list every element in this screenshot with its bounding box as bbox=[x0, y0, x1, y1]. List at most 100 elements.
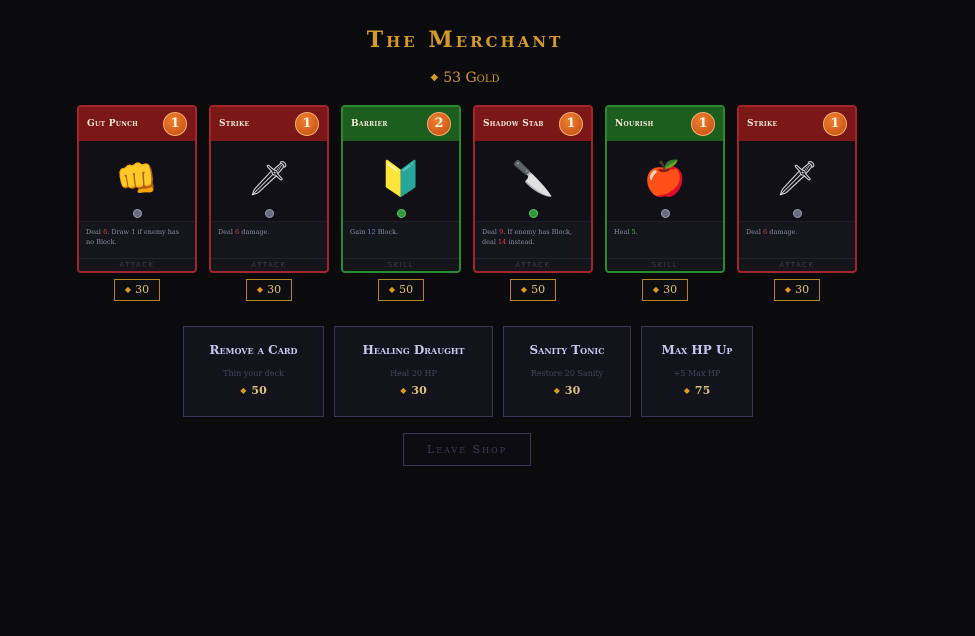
card-name: Strike bbox=[219, 119, 250, 129]
card-face[interactable]: Gut Punch 1 👊 Deal 6. Draw 1 if enemy has n… bbox=[77, 105, 197, 273]
description-fragment: Gain bbox=[350, 228, 368, 236]
card-face[interactable]: Strike 1 🗡 Deal 6 damage. ATTACK bbox=[209, 105, 329, 273]
card-header: Nourish 1 bbox=[607, 107, 723, 141]
card-price-button[interactable]: ◆ 30 bbox=[246, 279, 292, 301]
card-art: 🗡 bbox=[211, 141, 327, 222]
service-offer[interactable]: Sanity Tonic Restore 20 Sanity ◆ 30 bbox=[503, 326, 631, 417]
shop-card[interactable]: Strike 1 🗡 Deal 6 damage. ATTACK ◆ 30 bbox=[209, 105, 329, 301]
service-price: ◆ 75 bbox=[642, 384, 752, 397]
energy-cost-badge: 1 bbox=[295, 112, 319, 136]
card-description: Deal 6. Draw 1 if enemy has no Block. bbox=[86, 227, 189, 247]
card-type-label: ATTACK bbox=[211, 258, 327, 271]
dagger-icon: 🗡 bbox=[247, 159, 291, 199]
service-name: Max HP Up bbox=[661, 343, 733, 357]
description-fragment: damage. bbox=[239, 228, 270, 236]
service-description: +5 Max HP bbox=[673, 369, 721, 378]
card-description: Deal 6 damage. bbox=[218, 227, 321, 237]
description-fragment: Deal bbox=[746, 228, 764, 236]
gold-diamond-icon: ◆ bbox=[652, 285, 660, 294]
energy-cost-badge: 1 bbox=[823, 112, 847, 136]
service-description: Thin your deck bbox=[223, 369, 284, 378]
rarity-dot-icon bbox=[397, 209, 406, 218]
card-header: Shadow Stab 1 bbox=[475, 107, 591, 141]
price-value: 30 bbox=[135, 283, 150, 296]
card-type-label: ATTACK bbox=[79, 258, 195, 271]
rarity-dot-icon bbox=[661, 209, 670, 218]
description-fragment: damage. bbox=[767, 228, 798, 236]
service-price: ◆ 50 bbox=[184, 384, 323, 397]
card-header: Strike 1 bbox=[739, 107, 855, 141]
price-value: 30 bbox=[267, 283, 282, 296]
description-fragment: instead. bbox=[506, 238, 535, 246]
energy-cost-badge: 1 bbox=[691, 112, 715, 136]
service-offer[interactable]: Healing Draught Heal 20 HP ◆ 30 bbox=[334, 326, 493, 417]
card-name: Barrier bbox=[351, 119, 388, 129]
shop-card[interactable]: Strike 1 🗡 Deal 6 damage. ATTACK ◆ 30 bbox=[737, 105, 857, 301]
card-type-label: ATTACK bbox=[739, 258, 855, 271]
card-face[interactable]: Barrier 2 🔰 Gain 12 Block. SKILL bbox=[341, 105, 461, 273]
gold-diamond-icon: ◆ bbox=[124, 285, 132, 294]
apple-icon: 🍎 bbox=[643, 159, 687, 199]
price-value: 50 bbox=[531, 283, 546, 296]
dagger-icon: 🗡 bbox=[775, 159, 819, 199]
service-offer[interactable]: Remove a Card Thin your deck ◆ 50 bbox=[183, 326, 324, 417]
card-price-button[interactable]: ◆ 30 bbox=[642, 279, 688, 301]
gold-amount: 53 Gold bbox=[443, 70, 500, 86]
shop-card[interactable]: Nourish 1 🍎 Heal 5. SKILL ◆ 30 bbox=[605, 105, 725, 301]
leave-shop-button[interactable]: Leave Shop bbox=[403, 433, 531, 466]
gold-diamond-icon: ◆ bbox=[784, 285, 792, 294]
service-name: Healing Draught bbox=[362, 343, 465, 357]
rarity-dot-icon bbox=[529, 209, 538, 218]
card-description: Gain 12 Block. bbox=[350, 227, 453, 237]
gold-diamond-icon: ◆ bbox=[430, 72, 439, 83]
card-art: 🗡 bbox=[739, 141, 855, 222]
card-price-button[interactable]: ◆ 30 bbox=[774, 279, 820, 301]
card-price-button[interactable]: ◆ 50 bbox=[510, 279, 556, 301]
card-face[interactable]: Shadow Stab 1 🔪 Deal 9. If enemy has Block,… bbox=[473, 105, 593, 273]
card-type-label: ATTACK bbox=[475, 258, 591, 271]
energy-cost-badge: 1 bbox=[163, 112, 187, 136]
service-offer[interactable]: Max HP Up +5 Max HP ◆ 75 bbox=[641, 326, 753, 417]
rarity-dot-icon bbox=[133, 209, 142, 218]
description-fragment: Deal bbox=[86, 228, 104, 236]
card-description: Deal 9. If enemy has Block, deal 14 inst… bbox=[482, 227, 585, 247]
description-fragment: Deal bbox=[482, 228, 500, 236]
gold-counter: ◆ 53 Gold bbox=[0, 70, 930, 86]
card-header: Gut Punch 1 bbox=[79, 107, 195, 141]
gold-diamond-icon: ◆ bbox=[520, 285, 528, 294]
gold-diamond-icon: ◆ bbox=[553, 385, 560, 395]
price-value: 75 bbox=[694, 384, 711, 397]
description-fragment: Block. bbox=[375, 228, 399, 236]
price-value: 50 bbox=[399, 283, 414, 296]
card-description: Deal 6 damage. bbox=[746, 227, 849, 237]
card-name: Strike bbox=[747, 119, 778, 129]
card-header: Barrier 2 bbox=[343, 107, 459, 141]
description-fragment: Heal bbox=[614, 228, 632, 236]
service-name: Sanity Tonic bbox=[529, 343, 605, 357]
energy-cost-badge: 1 bbox=[559, 112, 583, 136]
card-name: Gut Punch bbox=[87, 119, 139, 129]
description-fragment: . bbox=[635, 228, 638, 236]
card-art: 🍎 bbox=[607, 141, 723, 222]
rarity-dot-icon bbox=[265, 209, 274, 218]
card-art: 🔰 bbox=[343, 141, 459, 222]
card-price-button[interactable]: ◆ 30 bbox=[114, 279, 160, 301]
rarity-dot-icon bbox=[793, 209, 802, 218]
gold-diamond-icon: ◆ bbox=[388, 285, 396, 294]
shop-card[interactable]: Gut Punch 1 👊 Deal 6. Draw 1 if enemy has n… bbox=[77, 105, 197, 301]
shop-card[interactable]: Barrier 2 🔰 Gain 12 Block. SKILL ◆ 50 bbox=[341, 105, 461, 301]
shop-title: The Merchant bbox=[366, 27, 564, 53]
card-face[interactable]: Nourish 1 🍎 Heal 5. SKILL bbox=[605, 105, 725, 273]
price-value: 30 bbox=[411, 384, 427, 397]
card-name: Nourish bbox=[615, 119, 654, 129]
shop-card[interactable]: Shadow Stab 1 🔪 Deal 9. If enemy has Block,… bbox=[473, 105, 593, 301]
gold-diamond-icon: ◆ bbox=[256, 285, 264, 294]
fist-icon: 👊 bbox=[115, 159, 159, 199]
card-face[interactable]: Strike 1 🗡 Deal 6 damage. ATTACK bbox=[737, 105, 857, 273]
price-value: 30 bbox=[663, 283, 678, 296]
card-price-button[interactable]: ◆ 50 bbox=[378, 279, 424, 301]
card-description: Heal 5. bbox=[614, 227, 717, 237]
card-type-label: SKILL bbox=[343, 258, 459, 271]
knife-icon: 🔪 bbox=[511, 159, 555, 199]
card-art: 👊 bbox=[79, 141, 195, 222]
